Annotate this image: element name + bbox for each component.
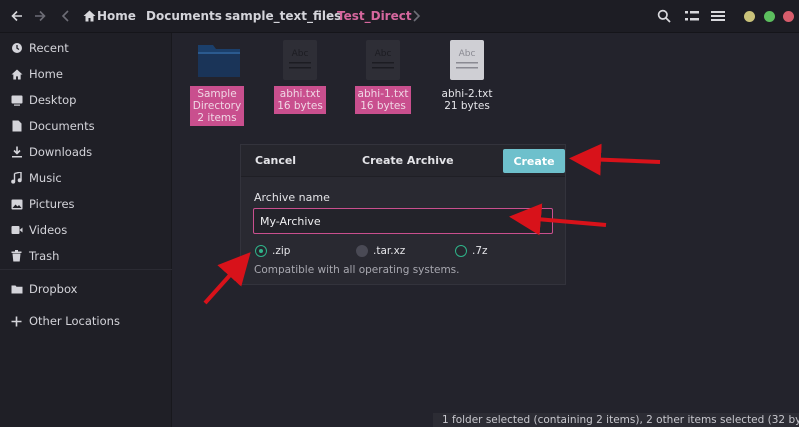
status-bar: 1 folder selected (containing 2 items), … xyxy=(433,413,799,427)
annotation-arrow-zip xyxy=(203,252,251,305)
annotation-arrow-name xyxy=(509,203,607,236)
annotation-arrows xyxy=(203,143,661,305)
annotation-arrow-create xyxy=(569,143,661,176)
